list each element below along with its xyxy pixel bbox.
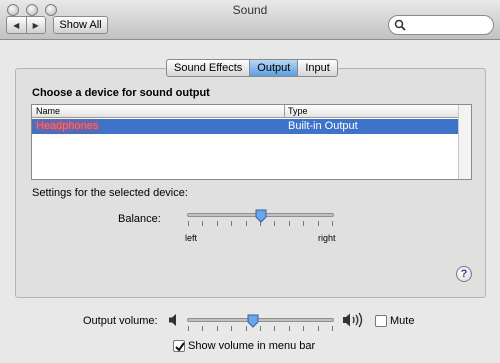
volume-slider-thumb[interactable] xyxy=(247,314,259,328)
checkmark-icon xyxy=(175,342,185,352)
table-row[interactable]: Headphones Built-in Output xyxy=(32,119,459,134)
table-scrollbar[interactable] xyxy=(458,105,471,179)
mute-label: Mute xyxy=(390,315,415,327)
forward-button[interactable]: ▶ xyxy=(25,17,46,33)
device-type: Built-in Output xyxy=(288,120,358,132)
balance-left-label: left xyxy=(185,233,198,243)
output-panel xyxy=(15,68,486,298)
device-table: Name Type Headphones Built-in Output xyxy=(31,104,472,180)
nav-buttons: ◀ ▶ xyxy=(6,16,46,34)
search-field[interactable] xyxy=(388,15,494,35)
back-button[interactable]: ◀ xyxy=(7,17,26,33)
speaker-low-icon xyxy=(169,314,176,326)
device-name: Headphones xyxy=(36,120,99,132)
settings-heading: Settings for the selected device: xyxy=(32,187,188,199)
balance-label: Balance: xyxy=(118,213,161,225)
tab-bar: Sound Effects Output Input xyxy=(166,59,338,77)
show-volume-checkbox[interactable] xyxy=(173,340,185,352)
show-volume-label: Show volume in menu bar xyxy=(188,340,316,352)
output-volume-label: Output volume: xyxy=(83,315,158,327)
tab-input[interactable]: Input xyxy=(297,60,336,76)
help-button[interactable]: ? xyxy=(456,266,472,282)
balance-slider-thumb[interactable] xyxy=(255,209,267,223)
speaker-high-icon xyxy=(343,312,363,328)
table-header: Name Type xyxy=(32,105,459,118)
show-all-button[interactable]: Show All xyxy=(53,16,108,34)
volume-ticks xyxy=(188,326,333,332)
mute-checkbox[interactable] xyxy=(375,315,387,327)
balance-right-label: right xyxy=(318,233,336,243)
choose-device-heading: Choose a device for sound output xyxy=(32,87,210,99)
search-icon xyxy=(394,19,406,31)
title-bar: Sound ◀ ▶ Show All xyxy=(0,0,500,40)
column-header-name[interactable]: Name xyxy=(36,105,60,117)
column-header-type[interactable]: Type xyxy=(284,105,308,118)
tab-sound-effects[interactable]: Sound Effects xyxy=(167,60,249,76)
tab-output[interactable]: Output xyxy=(249,60,298,76)
volume-slider-track[interactable] xyxy=(187,318,334,322)
